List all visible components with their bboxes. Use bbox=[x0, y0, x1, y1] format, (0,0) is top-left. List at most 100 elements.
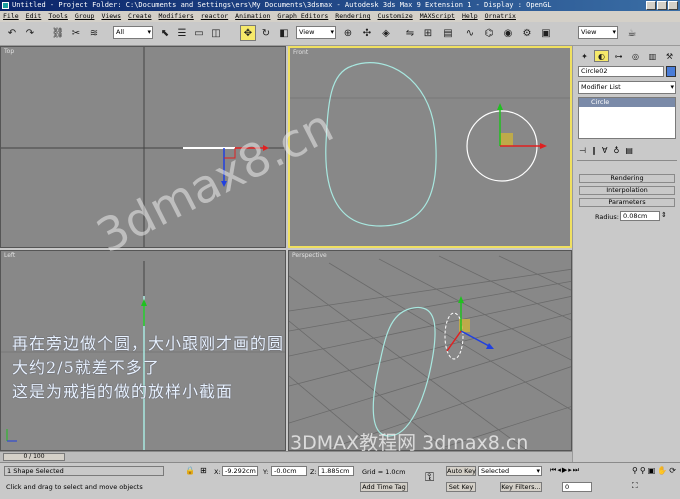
stack-item-circle[interactable]: Circle bbox=[579, 98, 675, 107]
configure-sets-icon[interactable]: ▤ bbox=[625, 146, 633, 157]
maximize-button[interactable] bbox=[657, 1, 667, 10]
select-link-icon[interactable]: ⛓ bbox=[50, 25, 66, 41]
menu-graph-editors[interactable]: Graph Editors bbox=[274, 11, 332, 22]
set-key-button[interactable]: Set Key bbox=[446, 482, 476, 492]
undo-icon[interactable]: ↶ bbox=[4, 25, 20, 41]
radius-spinner-icon[interactable]: ⇕ bbox=[661, 211, 667, 219]
bind-space-warp-icon[interactable]: ≋ bbox=[86, 25, 102, 41]
zoom-icon[interactable]: ⚲ bbox=[632, 466, 638, 479]
next-frame-icon[interactable]: ▸ bbox=[568, 466, 572, 476]
select-object-icon[interactable]: ⬉ bbox=[157, 25, 173, 41]
caption-line-3: 这是为戒指的做的放样小截面 bbox=[12, 382, 234, 401]
show-end-result-icon[interactable]: ∥ bbox=[592, 146, 596, 157]
mirror-icon[interactable]: ⇋ bbox=[402, 25, 418, 41]
quick-render-icon[interactable]: ☕ bbox=[624, 25, 640, 41]
select-and-rotate-icon[interactable]: ↻ bbox=[258, 25, 274, 41]
remove-modifier-icon[interactable]: ♁ bbox=[613, 146, 619, 157]
render-setup-icon[interactable]: ⚙ bbox=[519, 25, 535, 41]
gizmo-z-arrow-persp bbox=[486, 343, 494, 349]
go-to-end-icon[interactable]: ⏭ bbox=[573, 466, 579, 476]
align-icon[interactable]: ⊞ bbox=[420, 25, 436, 41]
display-tab-icon[interactable]: ▥ bbox=[645, 50, 660, 62]
menu-help[interactable]: Help bbox=[459, 11, 482, 22]
orbit-icon[interactable]: ⟳ bbox=[669, 466, 676, 479]
pan-icon[interactable]: ✋ bbox=[657, 466, 667, 479]
make-unique-icon[interactable]: ∀ bbox=[602, 146, 607, 157]
select-by-name-icon[interactable]: ☰ bbox=[174, 25, 190, 41]
menu-create[interactable]: Create bbox=[125, 11, 155, 22]
add-time-tag-button[interactable]: Add Time Tag bbox=[360, 482, 408, 492]
rectangle-selection-icon[interactable]: ▭ bbox=[191, 25, 207, 41]
key-filters-button[interactable]: Key Filters... bbox=[500, 482, 542, 492]
radius-field[interactable]: 0.08cm bbox=[620, 211, 660, 221]
select-and-scale-icon[interactable]: ◧ bbox=[276, 25, 292, 41]
object-color-swatch[interactable] bbox=[666, 66, 676, 77]
time-slider-thumb[interactable]: 0 / 100 bbox=[3, 453, 65, 461]
select-and-move-icon[interactable]: ✥ bbox=[240, 25, 256, 41]
window-title: Untitled - Project Folder: C:\Documents … bbox=[12, 1, 552, 9]
grid-size: Grid = 1.0cm bbox=[362, 468, 406, 476]
render-frame-icon[interactable]: ▣ bbox=[538, 25, 554, 41]
menu-group[interactable]: Group bbox=[72, 11, 99, 22]
x-coordinate-field[interactable]: -9.292cm bbox=[222, 466, 258, 476]
menu-edit[interactable]: Edit bbox=[23, 11, 46, 22]
pivot-center-icon[interactable]: ⊕ bbox=[340, 25, 356, 41]
menu-rendering[interactable]: Rendering bbox=[332, 11, 374, 22]
viewport-front[interactable]: Front bbox=[288, 46, 572, 248]
window-crossing-icon[interactable]: ◫ bbox=[208, 25, 224, 41]
key-mode-dropdown[interactable]: Selected bbox=[478, 466, 542, 476]
named-selection-dropdown[interactable]: View bbox=[578, 26, 618, 39]
redo-icon[interactable]: ↷ bbox=[22, 25, 38, 41]
select-manipulate-icon[interactable]: ✣ bbox=[359, 25, 375, 41]
previous-frame-icon[interactable]: ◂ bbox=[557, 466, 561, 476]
close-button[interactable] bbox=[668, 1, 678, 10]
hierarchy-tab-icon[interactable]: ⊶ bbox=[611, 50, 626, 62]
gizmo-y-arrow-left bbox=[141, 299, 147, 306]
modifier-list-dropdown[interactable]: Modifier List bbox=[578, 81, 676, 94]
utilities-tab-icon[interactable]: ⚒ bbox=[662, 50, 677, 62]
snap-toggle-icon[interactable]: ◈ bbox=[378, 25, 394, 41]
play-icon[interactable]: ▶ bbox=[562, 466, 567, 476]
motion-tab-icon[interactable]: ◎ bbox=[628, 50, 643, 62]
menu-ornatrix[interactable]: Ornatrix bbox=[482, 11, 520, 22]
menu-maxscript[interactable]: MAXScript bbox=[417, 11, 459, 22]
modify-tab-icon[interactable]: ◐ bbox=[594, 50, 609, 62]
selection-filter-dropdown[interactable]: All bbox=[113, 26, 153, 39]
pin-stack-icon[interactable]: ⊣ bbox=[579, 146, 586, 157]
unlink-icon[interactable]: ✂ bbox=[68, 25, 84, 41]
absolute-mode-icon[interactable]: ⊞ bbox=[200, 466, 207, 475]
zoom-all-icon[interactable]: ⚲ bbox=[640, 466, 646, 479]
rollout-rendering[interactable]: Rendering bbox=[579, 174, 675, 183]
zoom-extents-icon[interactable]: ▣ bbox=[648, 466, 656, 479]
menu-views[interactable]: Views bbox=[98, 11, 125, 22]
lock-icon[interactable]: 🔒 bbox=[185, 466, 195, 475]
current-frame-field[interactable]: 0 bbox=[562, 482, 592, 492]
menu-reactor[interactable]: reactor bbox=[198, 11, 232, 22]
schematic-view-icon[interactable]: ⌬ bbox=[481, 25, 497, 41]
menu-file[interactable]: File bbox=[0, 11, 23, 22]
object-name-field[interactable]: Circle02 bbox=[578, 66, 664, 77]
set-key-icon[interactable]: ⚿ bbox=[425, 470, 434, 485]
create-tab-icon[interactable]: ✦ bbox=[577, 50, 592, 62]
material-editor-icon[interactable]: ◉ bbox=[500, 25, 516, 41]
rollout-parameters[interactable]: Parameters bbox=[579, 198, 675, 207]
menu-modifiers[interactable]: Modifiers bbox=[156, 11, 198, 22]
z-coordinate-field[interactable]: 1.885cm bbox=[318, 466, 354, 476]
gizmo-y-arrow bbox=[497, 103, 503, 110]
layer-manager-icon[interactable]: ▤ bbox=[440, 25, 456, 41]
auto-key-button[interactable]: Auto Key bbox=[446, 466, 476, 476]
reference-coordinate-dropdown[interactable]: View bbox=[296, 26, 336, 39]
menu-tools[interactable]: Tools bbox=[45, 11, 72, 22]
go-to-start-icon[interactable]: ⏮ bbox=[550, 466, 556, 476]
y-coordinate-field[interactable]: -0.0cm bbox=[271, 466, 307, 476]
viewport-perspective[interactable]: Perspective bbox=[288, 250, 572, 451]
time-slider[interactable]: 0 / 100 bbox=[0, 451, 572, 462]
minimize-button[interactable] bbox=[646, 1, 656, 10]
viewport-nav-controls: ⚲ ⚲ ▣ ✋ ⟳ ⛶ bbox=[632, 466, 678, 494]
menu-customize[interactable]: Customize bbox=[375, 11, 417, 22]
maximize-viewport-icon[interactable]: ⛶ bbox=[632, 481, 638, 495]
viewport-top[interactable]: Top bbox=[0, 46, 286, 248]
rollout-interpolation[interactable]: Interpolation bbox=[579, 186, 675, 195]
curve-editor-icon[interactable]: ∿ bbox=[462, 25, 478, 41]
menu-animation[interactable]: Animation bbox=[232, 11, 274, 22]
